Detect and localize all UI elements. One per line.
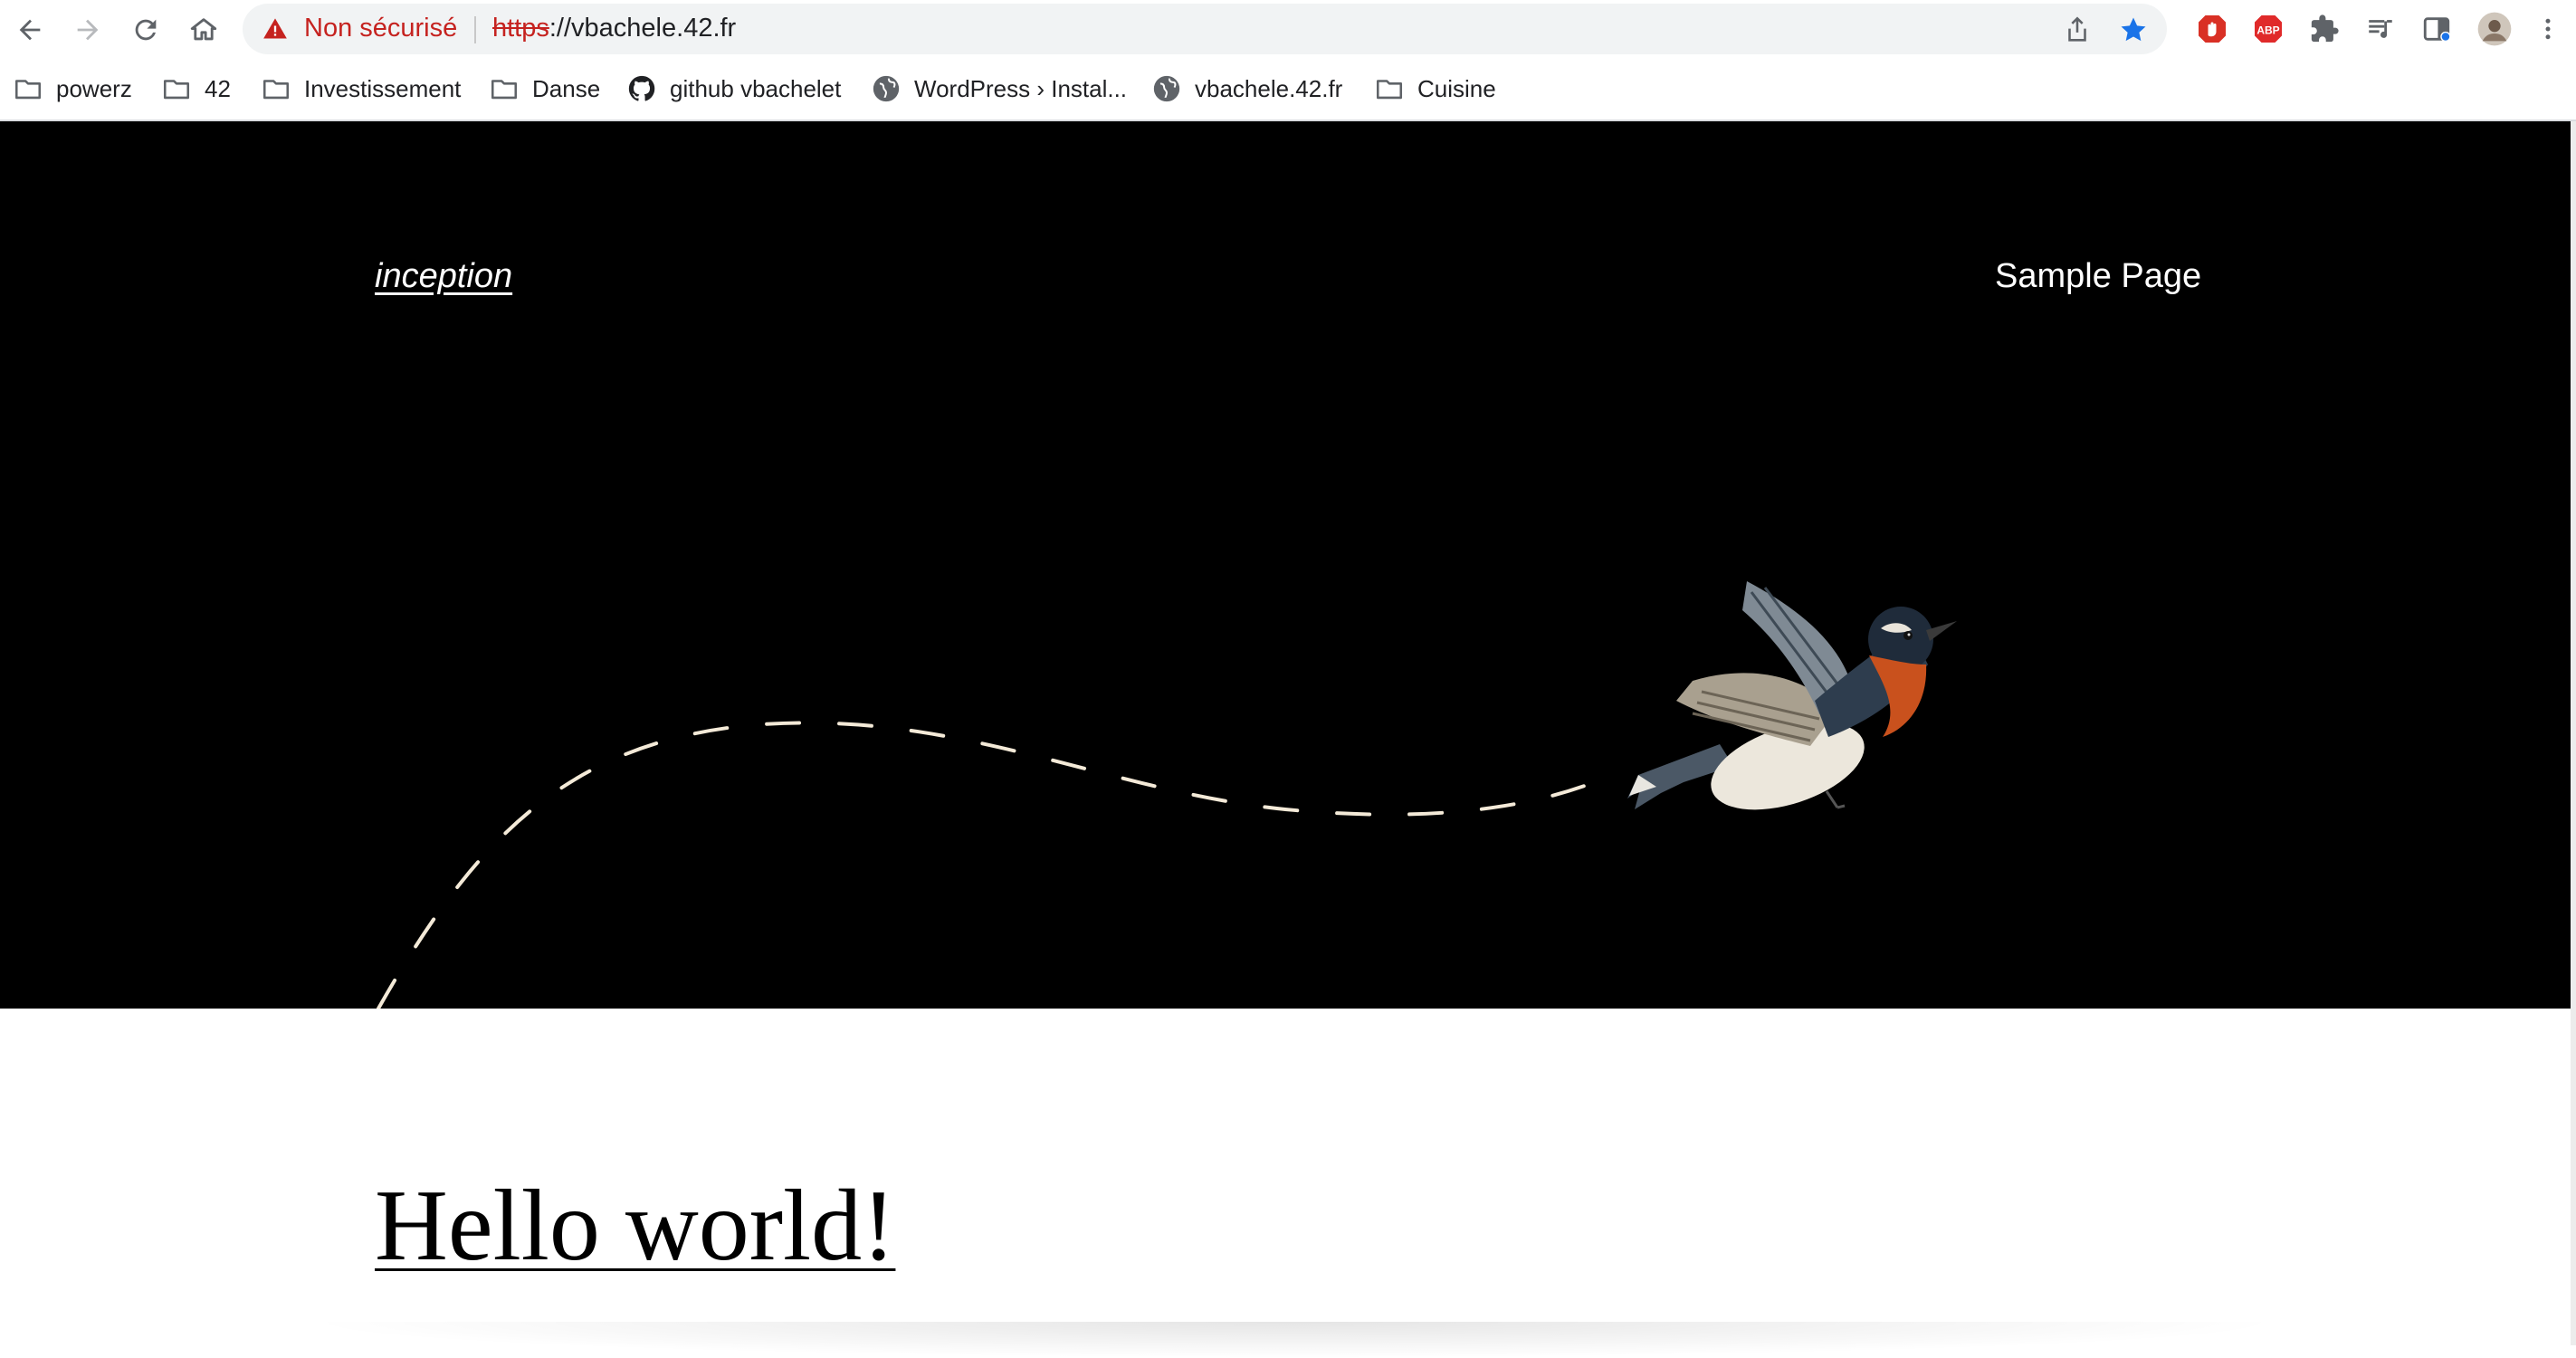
security-status[interactable]: Non sécurisé <box>304 14 457 43</box>
browser-toolbar: Non sécurisé https://vbachele.42.fr ABP <box>0 0 2576 60</box>
reload-icon <box>135 19 157 41</box>
bookmark-powerz[interactable]: powerz <box>13 69 132 109</box>
omnibox-divider <box>474 16 476 43</box>
bookmark-label: powerz <box>56 74 132 102</box>
bird-illustration <box>377 581 1957 1009</box>
bookmark-github-vbachelet[interactable]: github vbachelet <box>626 69 841 109</box>
url-text[interactable]: https://vbachele.42.fr <box>492 14 736 43</box>
url-host: ://vbachele.42.fr <box>549 14 737 43</box>
abp-label: ABP <box>2256 24 2279 36</box>
bookmark-investissement[interactable]: Investissement <box>261 69 461 109</box>
forward-button[interactable] <box>65 7 110 53</box>
globe-icon <box>1153 75 1180 102</box>
bookmark-label: Cuisine <box>1417 74 1496 102</box>
abp-icon[interactable]: ABP <box>2250 11 2286 47</box>
bookmark-label: github vbachelet <box>670 74 842 102</box>
bookmark-label: WordPress › Instal... <box>914 74 1128 102</box>
bookmark-label: Danse <box>532 74 601 102</box>
nav-link-sample-page[interactable]: Sample Page <box>1995 257 2201 296</box>
profile-avatar-icon[interactable] <box>2476 11 2513 47</box>
post-title-link[interactable]: Hello world! <box>375 1175 895 1277</box>
site-title-link[interactable]: inception <box>375 257 512 296</box>
address-bar[interactable]: Non sécurisé https://vbachele.42.fr <box>243 4 2167 54</box>
arrow-left-icon <box>19 19 41 41</box>
share-icon[interactable] <box>2062 14 2093 45</box>
content-shadow <box>299 1322 2290 1358</box>
bookmark-label: 42 <box>205 74 231 102</box>
folder-icon <box>163 80 190 100</box>
puzzle-icon[interactable] <box>2306 11 2342 47</box>
home-button[interactable] <box>181 7 226 53</box>
folder-icon <box>1376 80 1403 100</box>
sidebar-icon[interactable] <box>2419 11 2455 47</box>
bookmark-label: vbachele.42.fr <box>1195 74 1343 102</box>
home-icon <box>190 18 217 41</box>
adblock-hand-icon[interactable] <box>2194 11 2230 47</box>
folder-icon <box>14 80 42 100</box>
url-scheme: https <box>492 14 549 43</box>
kebab-menu-icon[interactable] <box>2534 11 2562 47</box>
bookmark-vbachele-42[interactable]: vbachele.42.fr <box>1151 69 1342 109</box>
folder-icon <box>491 80 518 100</box>
reload-button[interactable] <box>123 7 168 53</box>
bird <box>1627 581 1957 810</box>
bookmark-danse[interactable]: Danse <box>489 69 600 109</box>
github-icon <box>628 75 655 101</box>
folder-icon <box>262 80 290 100</box>
bookmark-wordpress-install[interactable]: WordPress › Instal... <box>871 69 1127 109</box>
bookmark-42[interactable]: 42 <box>161 69 231 109</box>
bookmark-cuisine[interactable]: Cuisine <box>1374 69 1496 109</box>
dashed-flight-path <box>377 721 1622 1009</box>
globe-icon <box>873 75 900 102</box>
arrow-right-icon <box>77 19 99 41</box>
media-queue-icon[interactable] <box>2362 11 2399 47</box>
bookmark-label: Investissement <box>304 74 462 102</box>
scrollbar-track[interactable] <box>2571 121 2576 1345</box>
warning-icon[interactable] <box>262 16 288 42</box>
web-page: inception Sample Page Hello world! <box>0 121 2576 1345</box>
back-button[interactable] <box>7 7 52 53</box>
site-header-hero: inception Sample Page <box>0 121 2571 1009</box>
bookmarks-bar: powerz 42 Investissement Danse github vb… <box>0 60 2576 121</box>
bookmark-star-icon[interactable] <box>2118 14 2149 45</box>
